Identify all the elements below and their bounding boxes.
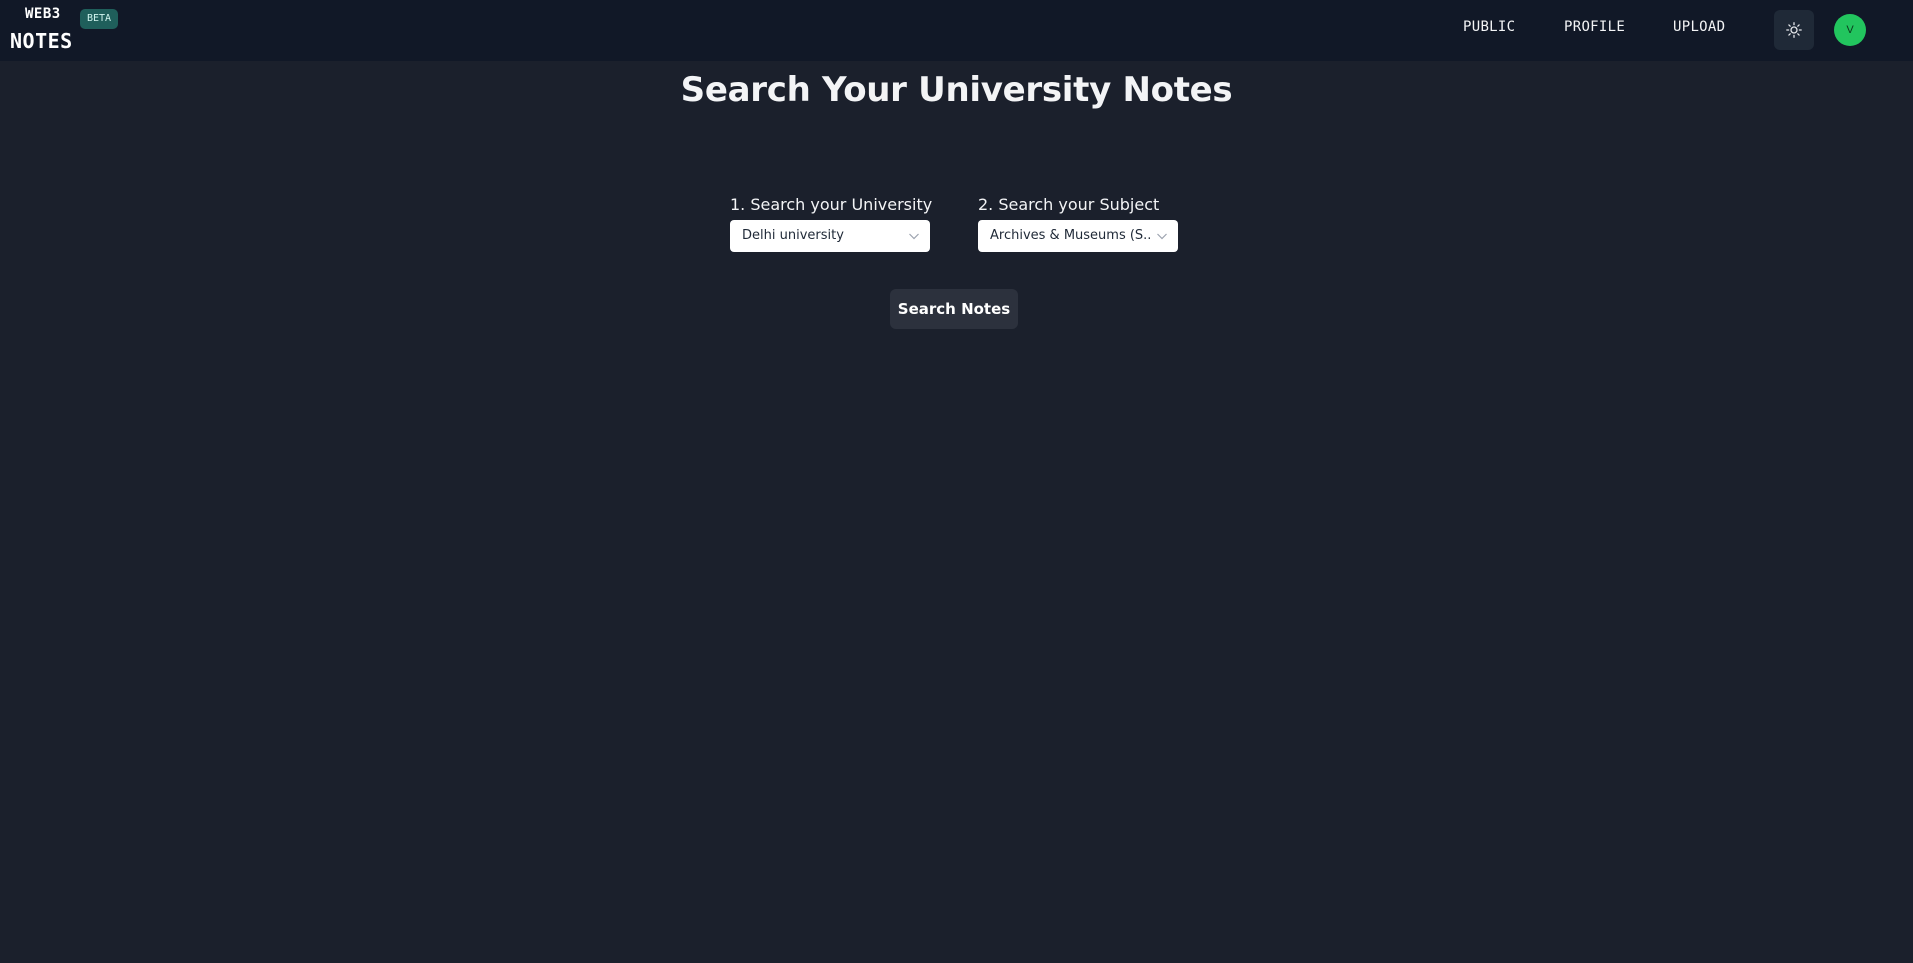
chevron-down-icon bbox=[909, 233, 919, 240]
logo-web3-text: WEB3 bbox=[25, 6, 61, 22]
site-logo[interactable]: WEB3 NOTES BETA bbox=[10, 5, 130, 55]
subject-select-value: Archives & Museums (S... bbox=[990, 228, 1150, 243]
sun-icon bbox=[1786, 22, 1802, 38]
nav-link-profile[interactable]: PROFILE bbox=[1564, 19, 1625, 35]
avatar-initial: V bbox=[1846, 24, 1854, 36]
nav-link-upload[interactable]: UPLOAD bbox=[1673, 19, 1725, 35]
subject-select[interactable]: Archives & Museums (S... bbox=[978, 220, 1178, 252]
university-select-value: Delhi university bbox=[742, 228, 844, 243]
page-title: Search Your University Notes bbox=[680, 70, 1233, 110]
logo-notes-text: NOTES bbox=[10, 29, 73, 53]
subject-label: 2. Search your Subject bbox=[978, 195, 1160, 214]
user-avatar[interactable]: V bbox=[1834, 14, 1866, 46]
chevron-down-icon bbox=[1157, 233, 1167, 240]
university-select[interactable]: Delhi university bbox=[730, 220, 930, 252]
search-notes-button[interactable]: Search Notes bbox=[890, 289, 1018, 329]
subject-field: 2. Search your Subject Archives & Museum… bbox=[978, 194, 1178, 252]
nav-link-public[interactable]: PUBLIC bbox=[1463, 19, 1515, 35]
university-label: 1. Search your University bbox=[730, 195, 933, 214]
beta-badge: BETA bbox=[80, 9, 119, 29]
university-field: 1. Search your University Delhi universi… bbox=[730, 194, 932, 252]
top-navbar: WEB3 NOTES BETA PUBLIC PROFILE UPLOAD V bbox=[0, 0, 1913, 61]
theme-toggle-button[interactable] bbox=[1774, 10, 1814, 50]
